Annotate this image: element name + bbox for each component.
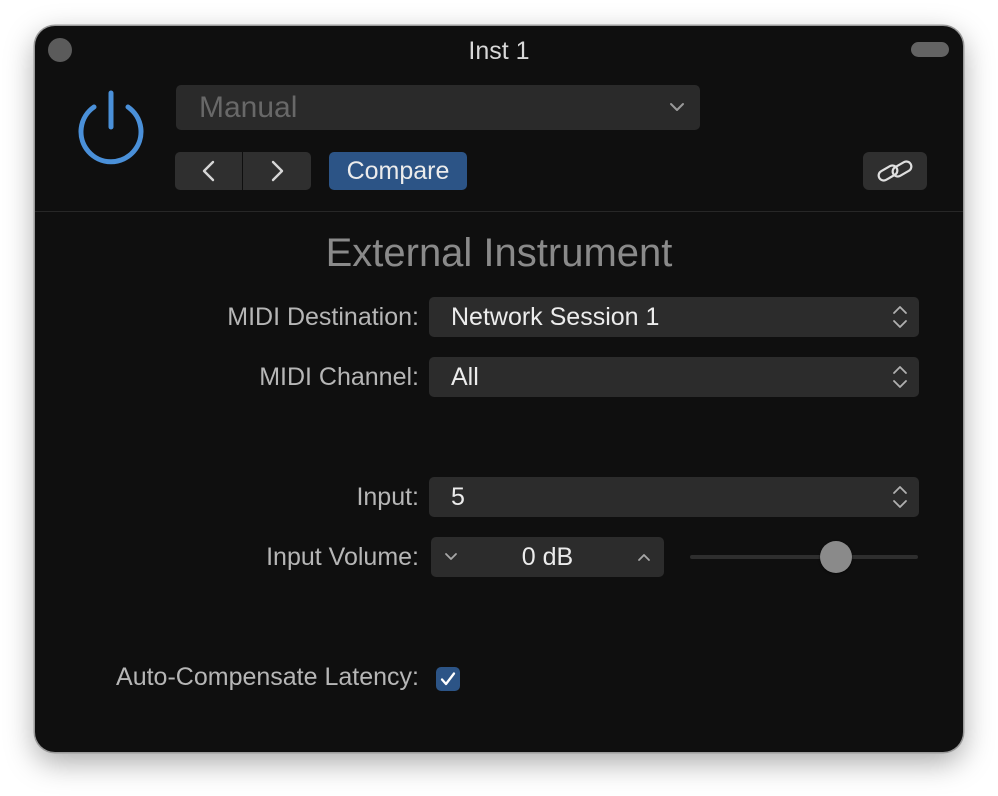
- preset-value: Manual: [199, 91, 298, 124]
- checkmark-icon: [440, 672, 456, 686]
- updown-arrows-icon: [893, 486, 907, 508]
- header-divider: [35, 211, 963, 212]
- link-button[interactable]: [863, 152, 927, 190]
- input-popup[interactable]: 5: [429, 477, 919, 517]
- plugin-window: Inst 1 Manual Compare External Instrumen…: [35, 26, 963, 752]
- chevron-down-icon: [670, 103, 684, 111]
- midi-channel-value: All: [451, 363, 479, 391]
- power-icon[interactable]: [71, 87, 151, 167]
- window-title: Inst 1: [468, 37, 530, 65]
- midi-channel-label: MIDI Channel:: [259, 363, 419, 391]
- input-value: 5: [451, 483, 465, 511]
- midi-destination-popup[interactable]: Network Session 1: [429, 297, 919, 337]
- input-volume-label: Input Volume:: [266, 543, 419, 571]
- input-volume-slider-knob[interactable]: [819, 541, 852, 573]
- input-volume-value: 0 dB: [521, 543, 574, 571]
- link-icon: [877, 160, 913, 182]
- input-label: Input:: [356, 483, 419, 511]
- preset-nav: [175, 152, 311, 190]
- input-volume-stepper[interactable]: 0 dB: [431, 537, 664, 577]
- input-volume-slider-track[interactable]: [690, 555, 918, 559]
- window-toggle-button[interactable]: [911, 42, 949, 57]
- next-preset-button[interactable]: [243, 152, 310, 190]
- plugin-title: External Instrument: [325, 231, 673, 275]
- midi-channel-popup[interactable]: All: [429, 357, 919, 397]
- auto-compensate-label: Auto-Compensate Latency:: [116, 663, 419, 691]
- midi-destination-value: Network Session 1: [451, 303, 660, 331]
- compare-button[interactable]: Compare: [329, 152, 467, 190]
- updown-arrows-icon: [893, 366, 907, 388]
- chevron-right-icon: [271, 160, 283, 182]
- updown-arrows-icon: [893, 306, 907, 328]
- chevron-up-icon[interactable]: [635, 548, 653, 566]
- chevron-left-icon: [202, 160, 214, 182]
- auto-compensate-checkbox[interactable]: [436, 667, 460, 691]
- previous-preset-button[interactable]: [175, 152, 242, 190]
- midi-destination-label: MIDI Destination:: [227, 303, 419, 331]
- preset-popup[interactable]: Manual: [176, 85, 700, 130]
